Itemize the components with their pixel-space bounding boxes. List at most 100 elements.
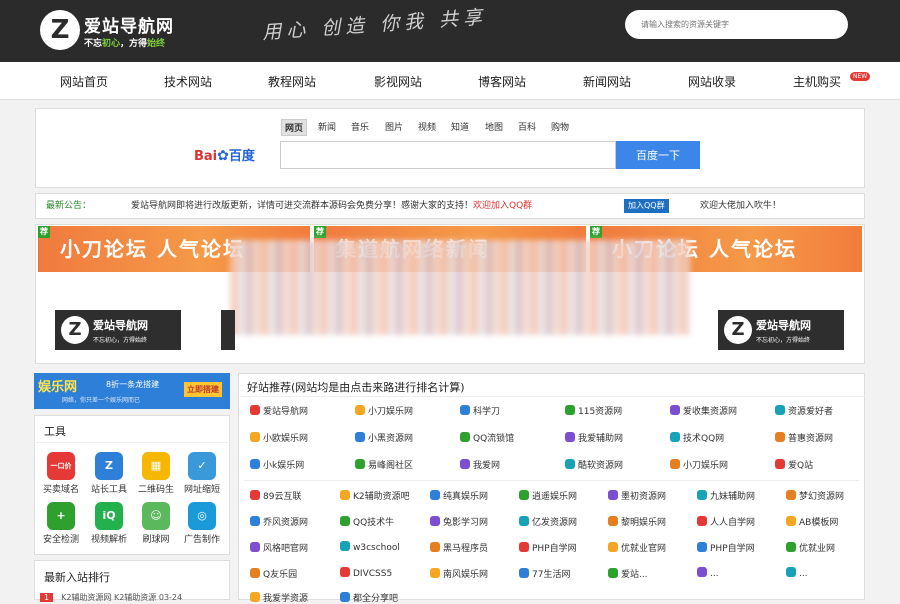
search-tab-zhidao[interactable]: 知道 [451,120,469,133]
site-link[interactable]: 纯真娱乐网 [430,489,488,502]
search-tab-map[interactable]: 地图 [485,120,503,133]
site-link[interactable]: 我爱辅助网 [565,431,623,444]
join-qq-button[interactable]: 加入QQ群 [624,199,669,213]
site-link[interactable]: K2辅助资源吧 [340,489,410,502]
site-link[interactable]: 我爱网 [460,458,500,471]
ad-logo-name: 爱站导航网 [756,319,811,332]
nav-video[interactable]: 影视网站 [374,73,422,90]
search-tab-shopping[interactable]: 购物 [551,120,569,133]
site-favicon-icon [355,432,365,442]
site-link[interactable]: 优就业官网 [608,541,666,554]
site-link[interactable]: 小黑资源网 [355,431,413,444]
tool-label: 网址缩短 [183,485,220,495]
notice-welcome: 欢迎大佬加入吹牛！ [700,201,782,211]
tool-4[interactable]: ✓ 网址缩短 [177,452,227,495]
site-name: 我爱网 [473,461,501,471]
promo-banner[interactable]: 娱乐网 8折一条龙搭建 网络，你只差一个娱乐网而已 立即搭建 [34,373,230,409]
iqiyi-icon: iQ [95,502,123,530]
site-name: 技术QQ网 [683,434,725,444]
ad-logo-left[interactable]: Z 爱站导航网 不忘初心，方得始终 [55,310,181,350]
site-link[interactable]: 77生活网 [519,567,570,580]
ad-logo-right[interactable]: Z 爱站导航网 不忘初心，方得始终 [718,310,844,350]
nav-tutorial[interactable]: 教程网站 [268,73,316,90]
slogan-part-3: ，方得 [120,39,148,49]
site-link[interactable]: ... [697,567,719,579]
site-link[interactable]: 爱收集资源网 [670,404,737,417]
site-link[interactable]: PHP自学网 [519,541,577,554]
site-link[interactable]: 优就业网 [786,541,835,554]
site-link[interactable]: 南风娱乐网 [430,567,488,580]
site-link[interactable]: 黑马程序员 [430,541,488,554]
site-link[interactable]: ... [786,567,808,579]
nav-blog[interactable]: 博客网站 [478,73,526,90]
tool-7[interactable]: ☺ 刷球网 [131,502,181,545]
site-link[interactable]: PHP自学网 [697,541,755,554]
site-link[interactable]: 小k娱乐网 [250,458,304,471]
logo-name[interactable]: 爱站导航网 [84,12,174,37]
site-link[interactable]: Q友乐园 [250,567,297,580]
site-name: ... [710,569,719,579]
ranking-row[interactable]: 1 K2辅助资源网 K2辅助资源 03-24 [40,592,182,603]
search-tab-news[interactable]: 新闻 [318,120,336,133]
site-name: PHP自学网 [532,544,577,554]
site-link[interactable]: QQ技术牛 [340,515,394,528]
baidu-search-input[interactable] [280,141,616,169]
site-link[interactable]: 爱站导航网 [250,404,308,417]
tool-3[interactable]: ▦ 二维码生 [131,452,181,495]
site-link[interactable]: DIVCSS5 [340,567,392,579]
search-tab-baike[interactable]: 百科 [518,120,536,133]
tool-8[interactable]: ◎ 广告制作 [177,502,227,545]
nav-submit[interactable]: 网站收录 [688,73,736,90]
search-tab-image[interactable]: 图片 [385,120,403,133]
site-link[interactable]: 115资源网 [565,404,622,417]
site-link[interactable]: w3cschool [340,541,400,553]
nav-news[interactable]: 新闻网站 [583,73,631,90]
site-name: 爱站... [621,570,648,580]
site-link[interactable]: 九妹辅助网 [697,489,755,502]
baidu-search-button[interactable]: 百度一下 [616,141,700,169]
site-link[interactable]: QQ流锁馆 [460,431,514,444]
nav-hosting[interactable]: 主机购买 [793,73,841,90]
site-link[interactable]: 黎明娱乐网 [608,515,666,528]
site-link[interactable]: 89云互联 [250,489,301,502]
site-link[interactable]: 小刀娱乐网 [355,404,413,417]
logo-icon[interactable]: Z [40,10,80,50]
site-link[interactable]: 酷软资源网 [565,458,623,471]
site-link[interactable]: 亿发资源网 [519,515,577,528]
site-link[interactable]: 兔影学习网 [430,515,488,528]
nav-tech[interactable]: 技术网站 [164,73,212,90]
nav-home[interactable]: 网站首页 [60,73,108,90]
notice-qq-link[interactable]: 欢迎加入QQ群 [473,201,532,211]
site-link[interactable]: 科学刀 [460,404,500,417]
site-link[interactable]: 易峰阁社区 [355,458,413,471]
site-link[interactable]: 普惠资源网 [775,431,833,444]
site-link[interactable]: 梦幻资源网 [786,489,844,502]
site-link[interactable]: 小欧娱乐网 [250,431,308,444]
notice-label: 最新公告： [46,201,92,211]
site-link[interactable]: 资源爱好者 [775,404,833,417]
site-link[interactable]: 人人自学网 [697,515,755,528]
site-link[interactable]: 墨初资源网 [608,489,666,502]
site-link[interactable]: 我爱学资源 [250,591,308,604]
search-tab-music[interactable]: 音乐 [351,120,369,133]
promo-build-button[interactable]: 立即搭建 [184,382,222,397]
search-tab-video[interactable]: 视频 [418,120,436,133]
site-link[interactable]: 爱Q站 [775,458,813,471]
site-link[interactable]: 逍遥娱乐网 [519,489,577,502]
tool-5[interactable]: + 安全检测 [36,502,86,545]
paw-icon: ✿ [217,148,229,164]
site-link[interactable]: AB模板网 [786,515,838,528]
site-favicon-icon [697,567,707,577]
tool-6[interactable]: iQ 视频解析 [84,502,134,545]
tool-1[interactable]: 一口价 买卖域名 [36,452,86,495]
site-link[interactable]: 乔风资源网 [250,515,308,528]
search-tab-web[interactable]: 网页 [281,119,308,136]
site-link[interactable]: 都全分享吧 [340,591,398,604]
site-search-input[interactable] [625,10,848,39]
site-name: PHP自学网 [710,544,755,554]
tool-2[interactable]: Z 站长工具 [84,452,134,495]
site-link[interactable]: 技术QQ网 [670,431,724,444]
site-link[interactable]: 爱站... [608,567,648,580]
site-link[interactable]: 风格吧官网 [250,541,308,554]
site-link[interactable]: 小刀娱乐网 [670,458,728,471]
